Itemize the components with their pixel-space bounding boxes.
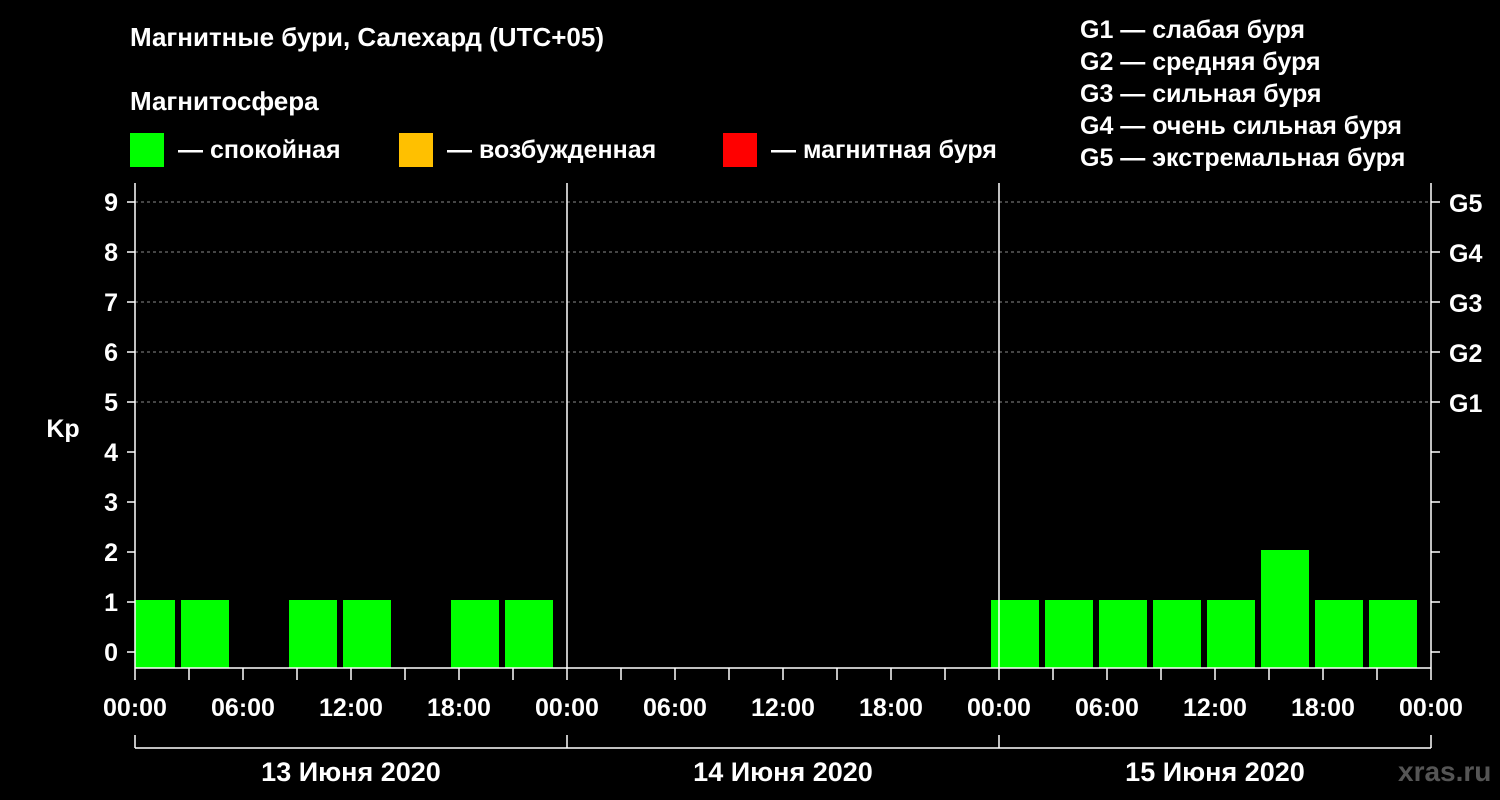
kp-bar <box>289 600 337 668</box>
kp-bar <box>1369 600 1417 668</box>
kp-bar <box>343 600 391 668</box>
y-tick-label: 0 <box>104 639 118 667</box>
x-tick-label: 00:00 <box>535 694 599 722</box>
day-label: 14 Июня 2020 <box>693 757 873 787</box>
kp-bar <box>1315 600 1363 668</box>
kp-bar <box>1099 600 1147 668</box>
x-tick-label: 06:00 <box>1075 694 1139 722</box>
y-tick-label: 2 <box>104 539 118 567</box>
kp-bar <box>451 600 499 668</box>
y-tick-label: 1 <box>104 589 118 617</box>
watermark: xras.ru <box>1398 756 1492 787</box>
y-tick-label: 9 <box>104 189 118 217</box>
x-tick-label: 06:00 <box>643 694 707 722</box>
x-tick-label: 18:00 <box>427 694 491 722</box>
bars-group <box>135 550 1417 668</box>
kp-bar <box>1153 600 1201 668</box>
x-tick-label: 00:00 <box>1399 694 1463 722</box>
x-tick-label: 12:00 <box>751 694 815 722</box>
g-level-label: G5 <box>1449 190 1482 218</box>
x-tick-label: 12:00 <box>319 694 383 722</box>
x-tick-label: 12:00 <box>1183 694 1247 722</box>
x-tick-label: 18:00 <box>1291 694 1355 722</box>
kp-bar <box>135 600 175 668</box>
x-tick-label: 00:00 <box>103 694 167 722</box>
y-axis-label: Kp <box>46 415 79 443</box>
g-level-label: G1 <box>1449 390 1482 418</box>
day-label: 13 Июня 2020 <box>261 757 441 787</box>
g-level-label: G3 <box>1449 290 1482 318</box>
y-tick-label: 8 <box>104 239 118 267</box>
x-tick-label: 18:00 <box>859 694 923 722</box>
kp-bar <box>1207 600 1255 668</box>
kp-bar <box>181 600 229 668</box>
kp-bar <box>1045 600 1093 668</box>
kp-bar <box>1261 550 1309 668</box>
x-tick-label: 00:00 <box>967 694 1031 722</box>
day-label: 15 Июня 2020 <box>1125 757 1305 787</box>
y-tick-label: 7 <box>104 289 118 317</box>
kp-bar <box>505 600 553 668</box>
y-tick-label: 6 <box>104 339 118 367</box>
y-tick-label: 3 <box>104 489 118 517</box>
kp-bar <box>991 600 1039 668</box>
x-tick-label: 06:00 <box>211 694 275 722</box>
y-tick-label: 5 <box>104 389 118 417</box>
kp-chart: 0 1 2 3 4 5 6 7 8 9 Kp G1 G2 G3 G4 G5 00:00 06:00 12:00 18:… <box>46 183 1482 787</box>
g-level-label: G2 <box>1449 340 1482 368</box>
g-level-label: G4 <box>1449 240 1482 268</box>
y-tick-label: 4 <box>104 439 118 467</box>
